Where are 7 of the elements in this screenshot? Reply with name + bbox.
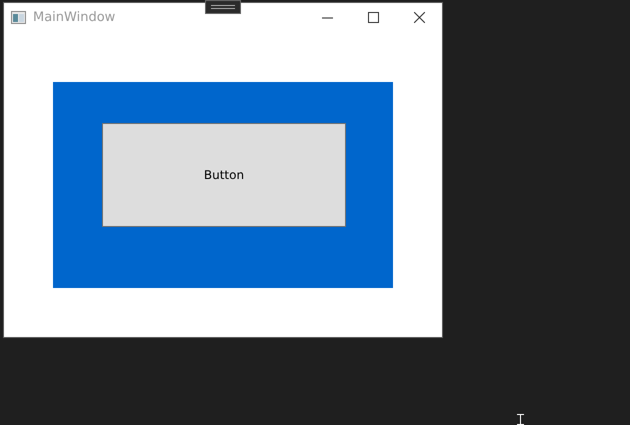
- button[interactable]: Button: [102, 123, 346, 227]
- maximize-icon[interactable]: [368, 12, 378, 23]
- app-icon: [11, 11, 26, 24]
- close-icon[interactable]: [414, 12, 424, 23]
- window-title: MainWindow: [33, 10, 116, 25]
- drag-handle-icon[interactable]: [205, 0, 241, 14]
- text-cursor-icon: [516, 414, 525, 425]
